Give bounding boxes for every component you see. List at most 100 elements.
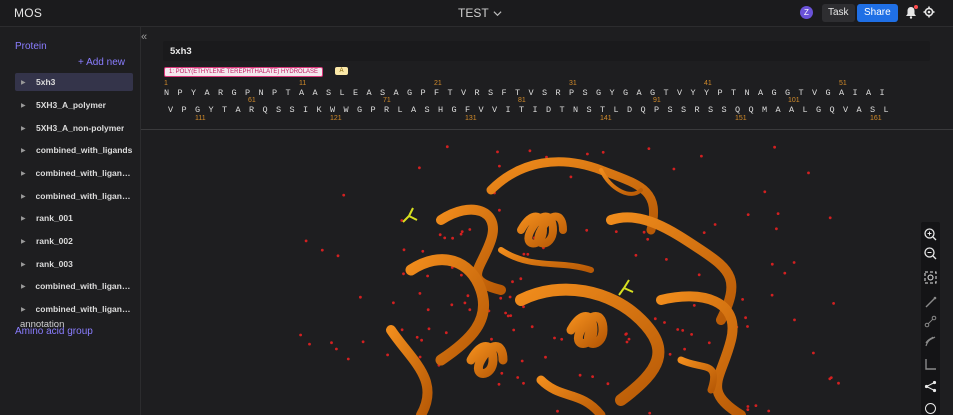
residue[interactable]: R <box>249 105 254 115</box>
residue[interactable]: E <box>353 88 358 98</box>
residue[interactable]: S <box>542 88 547 98</box>
residue[interactable]: L <box>884 105 889 115</box>
wave-icon[interactable] <box>924 335 937 348</box>
residue[interactable]: G <box>407 88 412 98</box>
residue[interactable]: R <box>695 105 700 115</box>
project-selector[interactable]: TEST <box>458 6 502 20</box>
link-icon[interactable] <box>924 315 937 328</box>
residue[interactable]: G <box>772 88 777 98</box>
residue[interactable]: V <box>843 105 848 115</box>
residue[interactable]: A <box>313 88 318 98</box>
residue[interactable]: T <box>731 88 736 98</box>
sidebar-item-5xh3[interactable]: ▶ 5xh3 <box>15 73 133 91</box>
residue[interactable]: F <box>434 88 439 98</box>
residue[interactable]: S <box>668 105 673 115</box>
residue[interactable]: G <box>623 88 628 98</box>
residue[interactable]: A <box>367 88 372 98</box>
residue[interactable]: F <box>502 88 507 98</box>
residue[interactable]: I <box>506 105 511 115</box>
residue[interactable]: N <box>745 88 750 98</box>
measure-icon[interactable] <box>924 296 937 309</box>
residue[interactable]: D <box>627 105 632 115</box>
residue[interactable]: S <box>708 105 713 115</box>
residue[interactable]: Q <box>641 105 646 115</box>
residue[interactable]: L <box>614 105 619 115</box>
residue[interactable]: V <box>529 88 534 98</box>
residue[interactable]: Y <box>691 88 696 98</box>
residue[interactable]: P <box>272 88 277 98</box>
avatar[interactable]: Z <box>800 6 813 19</box>
residue[interactable]: S <box>276 105 281 115</box>
residue[interactable]: T <box>519 105 524 115</box>
residue[interactable]: P <box>178 88 183 98</box>
ruler-icon[interactable] <box>924 358 937 371</box>
residue[interactable]: Q <box>263 105 268 115</box>
residue[interactable]: Q <box>830 105 835 115</box>
residue[interactable]: S <box>722 105 727 115</box>
residue[interactable]: A <box>394 88 399 98</box>
residue[interactable]: Q <box>735 105 740 115</box>
residue[interactable]: V <box>479 105 484 115</box>
residue[interactable]: S <box>681 105 686 115</box>
sidebar-item-combined[interactable]: ▶ combined_with_ligands... <box>15 300 133 318</box>
residue[interactable]: T <box>286 88 291 98</box>
residue[interactable]: I <box>303 105 308 115</box>
residue[interactable]: P <box>371 105 376 115</box>
sidebar-item-rank[interactable]: ▶ rank_003 <box>15 255 133 273</box>
sidebar-item-non-polymer[interactable]: ▶ 5XH3_A_non-polymer <box>15 119 133 137</box>
residue[interactable]: S <box>587 105 592 115</box>
sidebar-item-combined[interactable]: ▶ combined_with_ligands... <box>15 187 133 205</box>
residue[interactable]: Y <box>704 88 709 98</box>
residue[interactable]: V <box>812 88 817 98</box>
residue[interactable]: T <box>664 88 669 98</box>
residue[interactable]: T <box>222 105 227 115</box>
residue[interactable]: P <box>654 105 659 115</box>
residue[interactable]: S <box>326 88 331 98</box>
residue[interactable]: T <box>600 105 605 115</box>
residue[interactable]: G <box>816 105 821 115</box>
residue[interactable]: S <box>583 88 588 98</box>
residue[interactable]: G <box>452 105 457 115</box>
residue[interactable]: M <box>762 105 767 115</box>
residue[interactable]: A <box>637 88 642 98</box>
residue[interactable]: I <box>853 88 858 98</box>
chain-id-badge[interactable]: A <box>335 67 348 75</box>
residue[interactable]: A <box>789 105 794 115</box>
zoom-in-icon[interactable] <box>924 228 937 241</box>
residue[interactable]: A <box>758 88 763 98</box>
residue[interactable]: I <box>880 88 885 98</box>
residue[interactable]: A <box>866 88 871 98</box>
sidebar-item-polymer[interactable]: ▶ 5XH3_A_polymer <box>15 96 133 114</box>
share-button[interactable]: Share <box>857 4 898 22</box>
residue[interactable]: L <box>340 88 345 98</box>
sidebar-item-combined[interactable]: ▶ combined_with_ligands <box>15 141 133 159</box>
annotation-item[interactable]: annotation <box>20 319 64 330</box>
residue[interactable]: A <box>839 88 844 98</box>
task-button[interactable]: Task <box>822 4 855 22</box>
residue[interactable]: Y <box>610 88 615 98</box>
focus-icon[interactable] <box>924 271 937 284</box>
residue[interactable]: Q <box>749 105 754 115</box>
residue[interactable]: S <box>425 105 430 115</box>
residue[interactable]: N <box>259 88 264 98</box>
residue[interactable]: W <box>330 105 335 115</box>
residue[interactable]: K <box>317 105 322 115</box>
chain-name-tag[interactable]: 1: POLY(ETHYLENE TEREPHTHALATE) HYDROLAS… <box>164 67 324 77</box>
residue[interactable]: S <box>290 105 295 115</box>
collapse-sidebar-icon[interactable]: « <box>141 31 147 43</box>
residue[interactable]: V <box>677 88 682 98</box>
residue[interactable]: P <box>421 88 426 98</box>
residue[interactable]: A <box>205 88 210 98</box>
residue[interactable]: V <box>492 105 497 115</box>
residue[interactable]: R <box>384 105 389 115</box>
residue[interactable]: P <box>718 88 723 98</box>
residue[interactable]: A <box>236 105 241 115</box>
residue[interactable]: A <box>411 105 416 115</box>
residue[interactable]: V <box>168 105 173 115</box>
residue[interactable]: H <box>438 105 443 115</box>
residue[interactable]: V <box>461 88 466 98</box>
residue[interactable]: L <box>803 105 808 115</box>
residue[interactable]: G <box>826 88 831 98</box>
residue[interactable]: I <box>533 105 538 115</box>
branch-icon[interactable] <box>924 380 937 393</box>
